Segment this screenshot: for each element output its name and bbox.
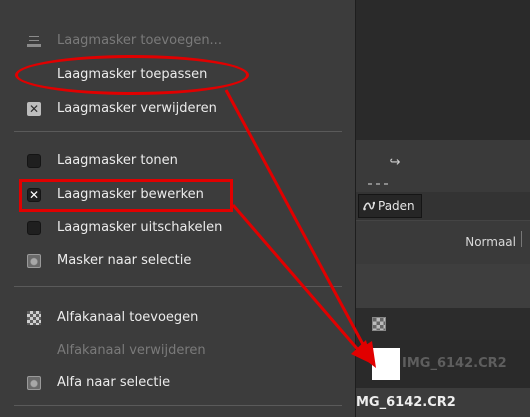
menu-item-alpha-to-selection[interactable]: Alfa naar selectie <box>0 370 356 396</box>
delete-x-icon: ✕ <box>27 102 41 116</box>
checkerboard-icon <box>27 311 41 325</box>
opacity-row <box>356 264 530 308</box>
toolbar-grip <box>368 183 396 187</box>
menu-item-label: Laagmasker tonen <box>57 153 178 168</box>
mode-dropdown-edge <box>521 231 530 247</box>
tab-paths[interactable]: Paden <box>358 194 422 218</box>
canvas-area <box>356 0 530 140</box>
lock-alpha-icon[interactable] <box>372 317 386 331</box>
menu-item-label: Laagmasker verwijderen <box>57 101 217 116</box>
layer-name-ghost: IMG_6142.CR2 <box>402 356 507 371</box>
highlight-ellipse <box>15 55 249 95</box>
dock-tabs: Paden <box>356 192 530 221</box>
redo-icon[interactable]: ↪ <box>388 156 402 170</box>
layer-row[interactable]: IMG_6142.CR2 <box>356 340 530 388</box>
menu-separator <box>14 131 342 132</box>
mask-selection-icon <box>27 254 41 268</box>
layer-name-row[interactable]: MG_6142.CR2 <box>356 388 530 417</box>
mask-selection-icon <box>27 376 41 390</box>
menu-separator <box>14 286 342 287</box>
menu-item-label: Laagmasker uitschakelen <box>57 220 223 235</box>
menu-item-label: Laagmasker toevoegen... <box>57 33 222 48</box>
checkbox-unchecked-icon <box>27 154 41 168</box>
menu-item-delete-mask[interactable]: ✕ Laagmasker verwijderen <box>0 96 356 122</box>
tab-paths-label: Paden <box>378 199 415 213</box>
menu-item-mask-to-selection[interactable]: Masker naar selectie <box>0 248 356 274</box>
menu-separator <box>14 405 342 406</box>
mode-dropdown[interactable]: Normaal <box>465 235 516 249</box>
layer-name: MG_6142.CR2 <box>356 395 456 410</box>
layer-mask-thumbnail[interactable] <box>372 348 400 380</box>
menu-item-remove-alpha[interactable]: Alfakanaal verwijderen <box>0 338 356 364</box>
menu-item-label: Alfakanaal verwijderen <box>57 343 206 358</box>
menu-item-add-alpha[interactable]: Alfakanaal toevoegen <box>0 305 356 331</box>
mode-row: Normaal <box>356 220 530 265</box>
menu-item-label: Masker naar selectie <box>57 253 192 268</box>
lock-row <box>356 308 530 340</box>
menu-item-label: Alfakanaal toevoegen <box>57 310 199 325</box>
menu-item-add-mask[interactable]: Laagmasker toevoegen... <box>0 28 356 54</box>
menu-item-disable-mask[interactable]: Laagmasker uitschakelen <box>0 215 356 241</box>
paths-icon <box>363 201 375 211</box>
menu-item-show-mask[interactable]: Laagmasker tonen <box>0 148 356 174</box>
add-mask-icon <box>27 34 41 48</box>
checkbox-unchecked-icon <box>27 221 41 235</box>
menu-item-label: Alfa naar selectie <box>57 375 171 390</box>
highlight-rectangle <box>19 179 233 212</box>
screenshot-root: ↪ Paden Normaal IMG_6142.CR2 MG_6142.CR2… <box>0 0 530 417</box>
